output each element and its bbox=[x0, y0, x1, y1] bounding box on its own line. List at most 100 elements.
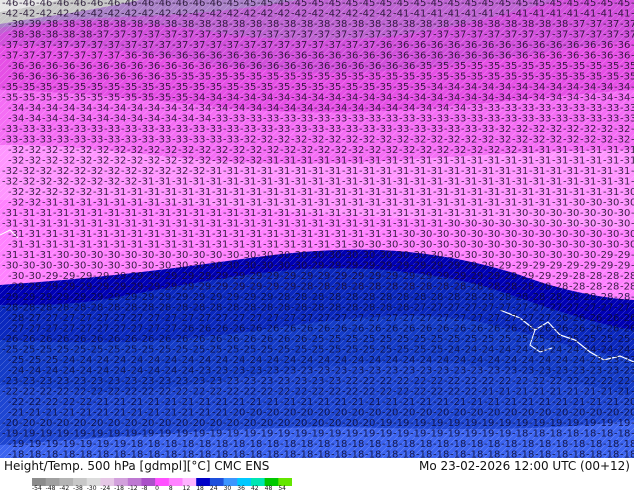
isotherm-label: -26 bbox=[586, 313, 602, 324]
isotherm-label: -31 bbox=[36, 219, 52, 230]
isotherm-label: -18 bbox=[195, 439, 211, 450]
isotherm-label: -18 bbox=[229, 439, 245, 450]
isotherm-label: -28 bbox=[467, 282, 483, 293]
isotherm-label: -37 bbox=[620, 30, 634, 41]
isotherm-label: -32 bbox=[178, 156, 194, 167]
isotherm-label: -24 bbox=[25, 366, 41, 377]
isotherm-label: -31 bbox=[280, 240, 296, 251]
isotherm-label: -34 bbox=[8, 114, 24, 125]
isotherm-label: -31 bbox=[110, 198, 126, 209]
isotherm-label: -34 bbox=[546, 93, 562, 104]
isotherm-label: -35 bbox=[308, 82, 324, 93]
colorbar-label: -18 bbox=[114, 485, 124, 492]
isotherm-label: -29 bbox=[223, 292, 239, 303]
isotherm-label: -19 bbox=[478, 429, 494, 440]
isotherm-label: -35 bbox=[19, 93, 35, 104]
isotherm-label: -31 bbox=[240, 219, 256, 230]
isotherm-label: -19 bbox=[223, 429, 239, 440]
isotherm-label: -20 bbox=[348, 408, 364, 419]
isotherm-label: -36 bbox=[399, 61, 415, 72]
isotherm-label: -33 bbox=[223, 124, 239, 135]
isotherm-label: -34 bbox=[342, 93, 358, 104]
isotherm-label: -19 bbox=[427, 429, 443, 440]
isotherm-label: -31 bbox=[178, 198, 194, 209]
isotherm-label: -18 bbox=[586, 450, 602, 459]
isotherm-label: -31 bbox=[478, 166, 494, 177]
isotherm-label: -32 bbox=[580, 135, 596, 146]
isotherm-label: -36 bbox=[291, 51, 307, 62]
isotherm-label: -31 bbox=[393, 208, 409, 219]
isotherm-label: -32 bbox=[155, 166, 171, 177]
isotherm-label: -30 bbox=[495, 219, 511, 230]
isotherm-label: -37 bbox=[172, 40, 188, 51]
isotherm-label: -21 bbox=[93, 397, 109, 408]
isotherm-label: -33 bbox=[535, 114, 551, 125]
isotherm-label: -24 bbox=[76, 366, 92, 377]
isotherm-label: -21 bbox=[569, 397, 585, 408]
isotherm-label: -30 bbox=[614, 219, 630, 230]
isotherm-label: -31 bbox=[359, 177, 375, 188]
isotherm-label: -35 bbox=[433, 72, 449, 83]
isotherm-label: -31 bbox=[178, 229, 194, 240]
isotherm-label: -33 bbox=[410, 124, 426, 135]
isotherm-label: -31 bbox=[246, 198, 262, 209]
isotherm-label: -35 bbox=[569, 72, 585, 83]
isotherm-label: -28 bbox=[172, 303, 188, 314]
isotherm-label: -22 bbox=[291, 387, 307, 398]
isotherm-label: -30 bbox=[512, 250, 528, 261]
isotherm-label: -33 bbox=[53, 124, 69, 135]
isotherm-label: -27 bbox=[195, 313, 211, 324]
isotherm-label: -35 bbox=[280, 72, 296, 83]
isotherm-label: -28 bbox=[155, 303, 171, 314]
isotherm-label: -20 bbox=[2, 418, 18, 429]
isotherm-label: -34 bbox=[427, 82, 443, 93]
isotherm-label: -26 bbox=[257, 334, 273, 345]
isotherm-label: -22 bbox=[155, 387, 171, 398]
isotherm-label: -31 bbox=[478, 177, 494, 188]
isotherm-label: -24 bbox=[580, 345, 596, 356]
isotherm-label: -34 bbox=[212, 103, 228, 114]
isotherm-label: -36 bbox=[546, 51, 562, 62]
isotherm-label: -31 bbox=[161, 187, 177, 198]
isotherm-label: -37 bbox=[484, 30, 500, 41]
isotherm-label: -36 bbox=[331, 61, 347, 72]
isotherm-label: -34 bbox=[42, 103, 58, 114]
isotherm-label: -20 bbox=[36, 418, 52, 429]
isotherm-label: -21 bbox=[93, 408, 109, 419]
isotherm-label: -31 bbox=[586, 187, 602, 198]
isotherm-label: -38 bbox=[348, 19, 364, 30]
isotherm-label: -28 bbox=[393, 303, 409, 314]
isotherm-label: -22 bbox=[257, 387, 273, 398]
isotherm-label: -30 bbox=[495, 250, 511, 261]
isotherm-label: -31 bbox=[393, 166, 409, 177]
isotherm-label: -35 bbox=[172, 82, 188, 93]
isotherm-label: -28 bbox=[274, 292, 290, 303]
isotherm-label: -31 bbox=[70, 219, 86, 230]
isotherm-label: -22 bbox=[546, 376, 562, 387]
isotherm-label: -31 bbox=[518, 145, 534, 156]
isotherm-label: -20 bbox=[620, 397, 634, 408]
isotherm-label: -37 bbox=[87, 51, 103, 62]
isotherm-label: -37 bbox=[586, 30, 602, 41]
isotherm-label: -31 bbox=[365, 156, 381, 167]
isotherm-label: -24 bbox=[461, 345, 477, 356]
isotherm-label: -25 bbox=[580, 334, 596, 345]
isotherm-label: -31 bbox=[614, 166, 630, 177]
isotherm-label: -27 bbox=[331, 313, 347, 324]
isotherm-label: -32 bbox=[127, 156, 143, 167]
isotherm-label: -32 bbox=[546, 124, 562, 135]
isotherm-label: -32 bbox=[93, 145, 109, 156]
isotherm-label: -33 bbox=[189, 124, 205, 135]
isotherm-label: -22 bbox=[76, 397, 92, 408]
isotherm-label: -32 bbox=[8, 187, 24, 198]
isotherm-label: -30 bbox=[478, 219, 494, 230]
isotherm-label: -31 bbox=[382, 156, 398, 167]
isotherm-label: -28 bbox=[603, 282, 619, 293]
isotherm-label: -31 bbox=[444, 177, 460, 188]
isotherm-label: -29 bbox=[348, 271, 364, 282]
isotherm-label: -28 bbox=[376, 303, 392, 314]
isotherm-label: -32 bbox=[546, 135, 562, 146]
isotherm-label: -26 bbox=[382, 324, 398, 335]
isotherm-label: -31 bbox=[495, 177, 511, 188]
isotherm-label: -32 bbox=[76, 187, 92, 198]
